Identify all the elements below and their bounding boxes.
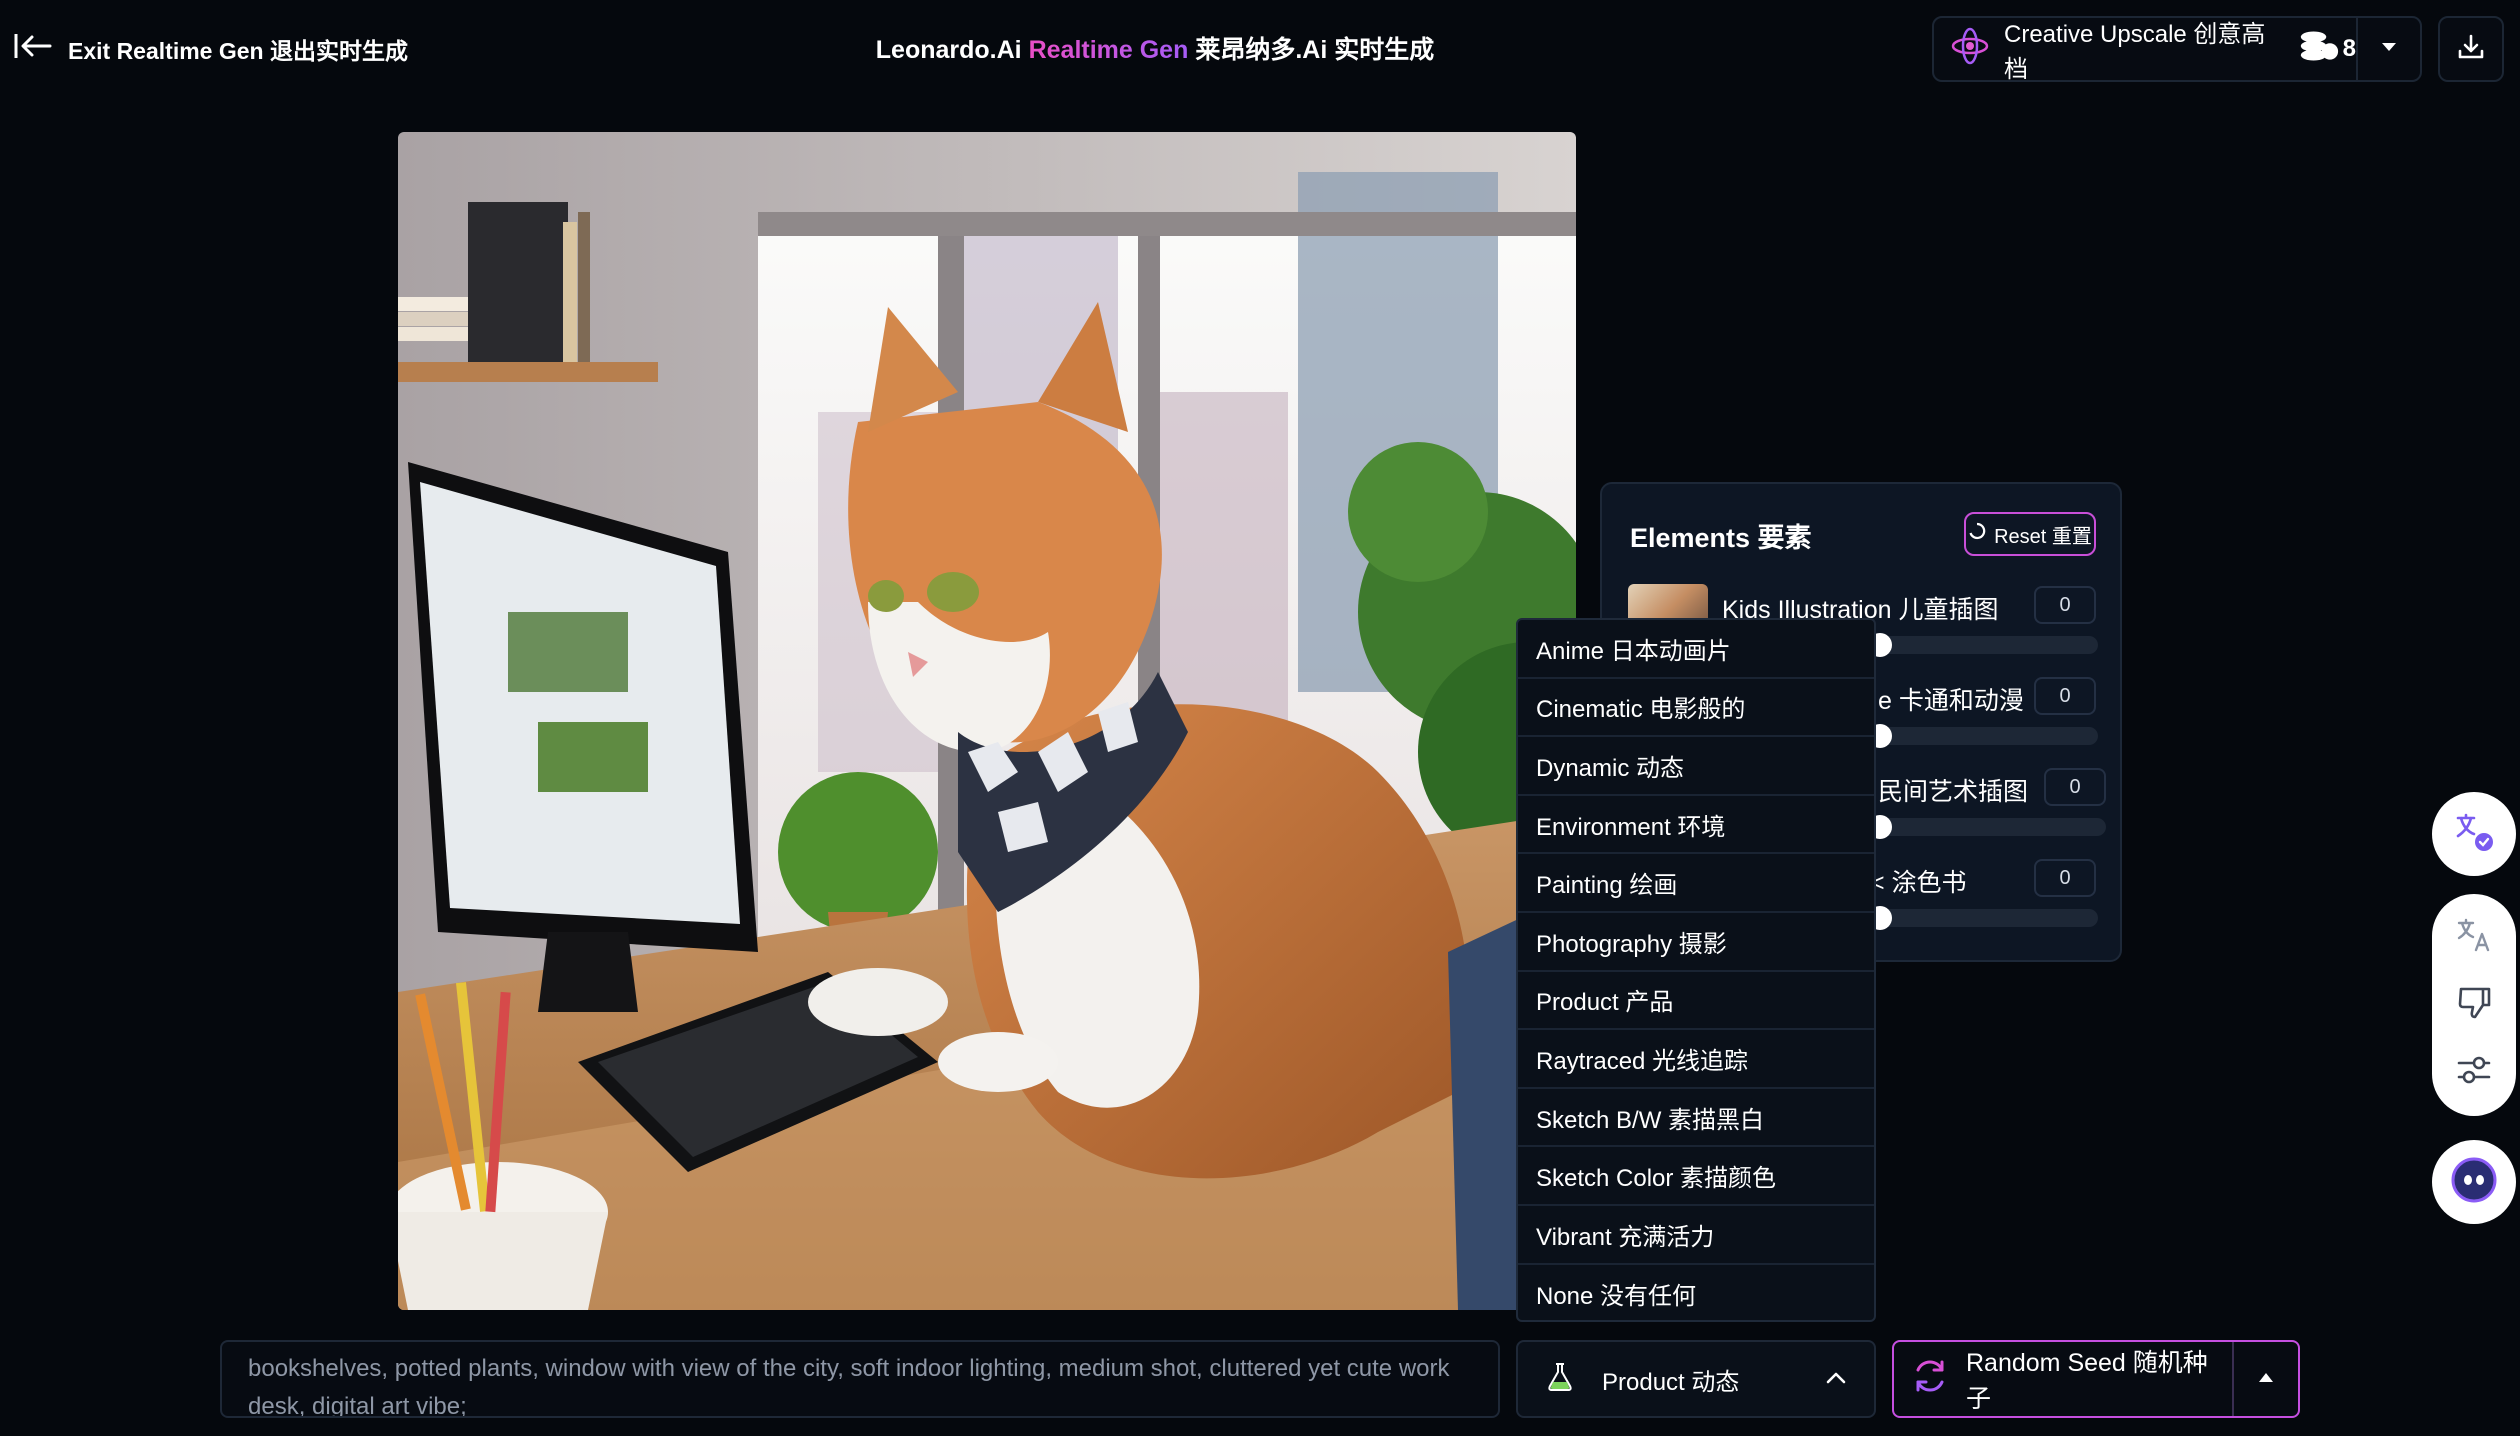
translate-float	[2432, 792, 2516, 876]
style-option-sketch-color[interactable]: Sketch Color 素描颜色	[1518, 1147, 1874, 1206]
element-weight-input[interactable]: 0	[2034, 859, 2096, 897]
title-brand: Leonardo.Ai	[875, 36, 1022, 64]
style-option-product[interactable]: Product 产品	[1518, 972, 1874, 1031]
feedback-dislike-button[interactable]	[2444, 975, 2504, 1035]
reset-button[interactable]: Reset 重置	[1964, 512, 2096, 556]
caret-up-icon	[2257, 1370, 2275, 1388]
assistant-float	[2432, 1140, 2516, 1224]
prompt-input[interactable]: bookshelves, potted plants, window with …	[220, 1340, 1500, 1418]
title-cn: 莱昂纳多.Ai 实时生成	[1195, 36, 1435, 64]
element-label: e 卡通和动漫	[1878, 687, 2024, 715]
settings-sliders-button[interactable]	[2444, 1042, 2504, 1102]
creative-upscale-group: Creative Upscale 创意高档 8	[1932, 16, 2422, 83]
chevron-up-icon	[1824, 1366, 1848, 1397]
generated-image	[398, 132, 1576, 1310]
style-option-photography[interactable]: Photography 摄影	[1518, 913, 1874, 972]
style-option-environment[interactable]: Environment 环境	[1518, 796, 1874, 855]
element-weight-input[interactable]: 0	[2034, 586, 2096, 624]
title-accent: Realtime Gen	[1028, 36, 1189, 64]
sliders-icon	[2455, 1051, 2493, 1094]
translate-icon	[2452, 810, 2496, 859]
element-label: 民间艺术插图	[1878, 778, 2029, 806]
seed-options-button[interactable]	[2232, 1342, 2298, 1416]
upscale-options-button[interactable]	[2356, 18, 2420, 80]
style-icon	[1542, 1358, 1578, 1401]
thumbs-down-icon	[2455, 983, 2493, 1026]
style-option-vibrant[interactable]: Vibrant 充满活力	[1518, 1206, 1874, 1265]
style-option-dynamic[interactable]: Dynamic 动态	[1518, 737, 1874, 796]
assistant-button[interactable]	[2444, 1152, 2504, 1212]
creative-upscale-button[interactable]: Creative Upscale 创意高档 8	[1934, 18, 2356, 83]
style-select-value: Product 动态	[1602, 1368, 1740, 1396]
translate-alt-icon	[2454, 915, 2494, 960]
assistant-icon	[2449, 1155, 2499, 1210]
style-option-raytraced[interactable]: Raytraced 光线追踪	[1518, 1030, 1874, 1089]
elements-title: Elements 要素	[1630, 523, 1812, 553]
style-option-anime[interactable]: Anime 日本动画片	[1518, 620, 1874, 679]
style-dropdown-menu: Anime 日本动画片 Cinematic 电影般的 Dynamic 动态 En…	[1516, 618, 1876, 1322]
side-toolbar	[2432, 894, 2516, 1116]
element-weight-input[interactable]: 0	[2044, 768, 2106, 806]
element-label: < 涂色书	[1870, 869, 1967, 897]
element-weight-input[interactable]: 0	[2034, 677, 2096, 715]
reset-label: Reset 重置	[1994, 525, 2092, 548]
reset-icon	[1968, 522, 1986, 546]
upscale-label: Creative Upscale 创意高档	[2004, 21, 2266, 83]
download-icon	[2456, 32, 2486, 67]
random-seed-group: Random Seed 随机种子	[1892, 1340, 2300, 1418]
chevron-down-icon	[2380, 40, 2398, 58]
translate-alt-button[interactable]	[2444, 908, 2504, 968]
random-seed-button[interactable]: Random Seed 随机种子	[1894, 1342, 2232, 1416]
translate-button[interactable]	[2444, 804, 2504, 864]
token-icon	[2299, 26, 2339, 73]
style-option-cinematic[interactable]: Cinematic 电影般的	[1518, 679, 1874, 738]
refresh-icon	[1908, 1354, 1952, 1405]
style-select[interactable]: Product 动态	[1516, 1340, 1876, 1418]
style-option-none[interactable]: None 没有任何	[1518, 1265, 1874, 1320]
random-seed-label: Random Seed 随机种子	[1966, 1349, 2208, 1413]
token-cost-value: 8	[2342, 35, 2356, 62]
style-option-painting[interactable]: Painting 绘画	[1518, 854, 1874, 913]
style-option-sketch-bw[interactable]: Sketch B/W 素描黑白	[1518, 1089, 1874, 1148]
creative-upscale-icon	[1950, 26, 1990, 73]
download-button[interactable]	[2438, 16, 2504, 82]
token-cost: 8	[2299, 26, 2356, 73]
